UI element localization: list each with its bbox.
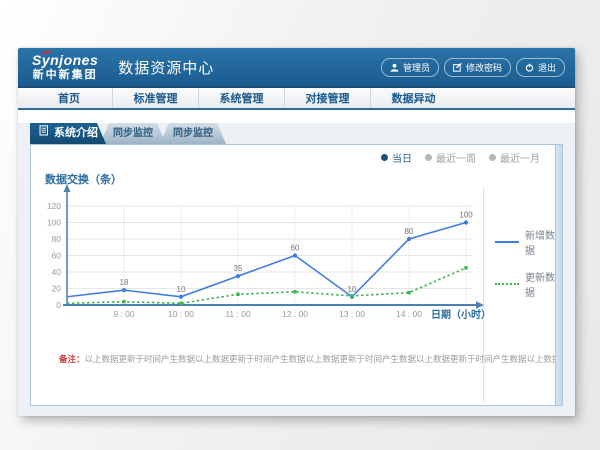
tab-bar: 系统介绍 同步监控 同步监控 <box>30 123 575 144</box>
current-user-label: 管理员 <box>403 61 430 74</box>
legend-line-dotted-icon <box>495 283 519 285</box>
footnote-label: 备注： <box>59 354 85 364</box>
app-header: Synjones 新中新集团 数据资源中心 管理员 修改密码 <box>18 48 575 88</box>
svg-text:10 : 00: 10 : 00 <box>168 309 194 319</box>
edit-icon <box>453 63 462 72</box>
nav-item-system-mgmt[interactable]: 系统管理 <box>198 88 284 108</box>
svg-text:80: 80 <box>52 234 62 244</box>
range-filters: 当日 最近一周 最近一月 <box>381 150 540 165</box>
app-window: Synjones 新中新集团 数据资源中心 管理员 修改密码 <box>18 48 575 416</box>
legend-updated-data-label: 更新数据 <box>525 269 562 299</box>
svg-text:80: 80 <box>405 227 414 236</box>
svg-text:13 : 00: 13 : 00 <box>339 309 365 319</box>
user-icon <box>390 63 399 72</box>
footnote-text: 以上数据更新于时间产生数据以上数据更新于时间产生数据以上数据更新于时间产生数据以… <box>85 354 555 364</box>
svg-text:40: 40 <box>52 267 62 277</box>
svg-text:10: 10 <box>177 285 186 294</box>
radio-dot-icon <box>381 154 388 161</box>
tab-sync-monitor-1[interactable]: 同步监控 <box>100 123 166 144</box>
footnote: 备注：以上数据更新于时间产生数据以上数据更新于时间产生数据以上数据更新于时间产生… <box>59 353 555 365</box>
svg-text:10: 10 <box>348 285 357 294</box>
tab-sync-monitor-2[interactable]: 同步监控 <box>160 123 226 144</box>
user-actions: 管理员 修改密码 退出 <box>381 58 565 77</box>
filter-last-month-label: 最近一月 <box>500 150 540 165</box>
logo-company-name: 新中新集团 <box>33 69 98 81</box>
radio-dot-icon <box>425 154 432 161</box>
chart-panel: 当日 最近一周 最近一月 数据交换（条） 0204060801001209 : … <box>30 144 563 406</box>
svg-text:120: 120 <box>47 201 61 211</box>
logout-label: 退出 <box>538 61 556 74</box>
svg-text:11 : 00: 11 : 00 <box>225 309 251 319</box>
legend-updated-data[interactable]: 更新数据 <box>495 269 562 299</box>
legend-new-data[interactable]: 新增数据 <box>495 227 562 257</box>
nav-item-standard-mgmt[interactable]: 标准管理 <box>112 88 198 108</box>
logout-button[interactable]: 退出 <box>516 58 565 77</box>
page-background: Synjones 新中新集团 数据资源中心 管理员 修改密码 <box>0 0 600 450</box>
nav-item-interface-mgmt[interactable]: 对接管理 <box>284 88 370 108</box>
filter-last-month[interactable]: 最近一月 <box>489 150 540 165</box>
filter-today[interactable]: 当日 <box>381 150 412 165</box>
tab-system-intro-label: 系统介绍 <box>54 123 98 144</box>
power-icon <box>525 63 534 72</box>
app-title: 数据资源中心 <box>118 57 214 78</box>
logo: Synjones 新中新集团 <box>28 53 102 80</box>
svg-text:35: 35 <box>234 264 243 273</box>
svg-text:14 : 00: 14 : 00 <box>396 309 422 319</box>
nav-item-home[interactable]: 首页 <box>26 88 112 108</box>
content-area: 系统介绍 同步监控 同步监控 当日 最近一周 <box>18 123 575 416</box>
svg-text:100: 100 <box>459 211 473 220</box>
svg-text:60: 60 <box>52 251 62 261</box>
main-nav: 首页 标准管理 系统管理 对接管理 数据异动 <box>18 88 575 110</box>
legend-line-solid-icon <box>495 241 519 243</box>
svg-text:20: 20 <box>52 284 62 294</box>
filter-today-label: 当日 <box>392 150 412 165</box>
svg-text:9 : 00: 9 : 00 <box>113 309 135 319</box>
document-icon <box>39 123 49 144</box>
current-user-button[interactable]: 管理员 <box>381 58 439 77</box>
filter-last-week[interactable]: 最近一周 <box>425 150 476 165</box>
line-chart: 0 20 40 60 80 100 120 9 : 00 10 : 00 11 : 00 12 : … <box>39 183 569 323</box>
change-password-button[interactable]: 修改密码 <box>444 58 511 77</box>
radio-dot-icon <box>489 154 496 161</box>
svg-text:18: 18 <box>120 278 129 287</box>
svg-text:60: 60 <box>291 244 300 253</box>
svg-text:12 : 00: 12 : 00 <box>282 309 308 319</box>
nav-item-data-change[interactable]: 数据异动 <box>370 88 456 108</box>
series-legend: 新增数据 更新数据 <box>495 227 562 299</box>
svg-text:日期（小时）: 日期（小时） <box>431 308 491 321</box>
tab-system-intro[interactable]: 系统介绍 <box>30 123 106 144</box>
svg-text:0: 0 <box>56 300 61 310</box>
change-password-label: 修改密码 <box>466 61 502 74</box>
svg-text:100: 100 <box>47 218 61 228</box>
filter-last-week-label: 最近一周 <box>436 150 476 165</box>
legend-new-data-label: 新增数据 <box>525 227 562 257</box>
